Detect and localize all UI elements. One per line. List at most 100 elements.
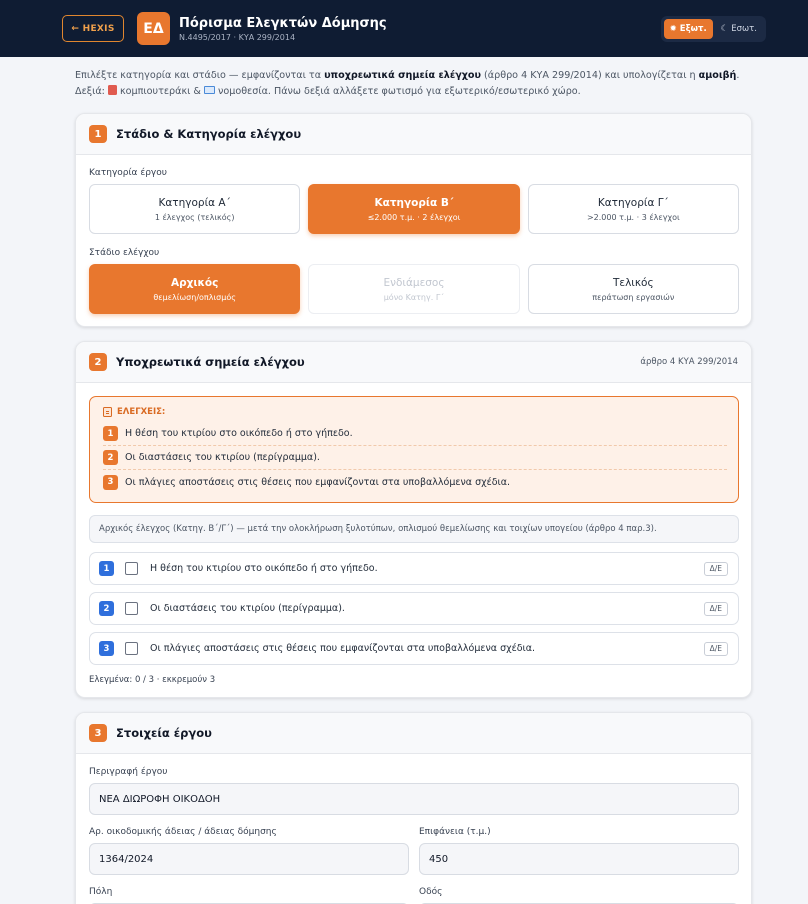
stage-options: Αρχικός θεμελίωση/οπλισμός Ενδιάμεσος μό…	[89, 264, 739, 314]
permit-area-row: Αρ. οικοδομικής άδειας / άδειας δόμησης …	[89, 827, 739, 875]
checks-header: ΕΛΕΓΧΕΙΣ:	[103, 407, 727, 417]
outdoor-mode-label: Εξωτ.	[679, 23, 707, 34]
option-subtitle: >2.000 τ.μ. · 3 έλεγχοι	[586, 212, 680, 222]
option-title: Τελικός	[613, 276, 654, 289]
item-text: Οι διαστάσεις του κτιρίου (περίγραμμα).	[150, 603, 345, 614]
city-street-row: Πόλη Οδός	[89, 887, 739, 904]
card-body: Κατηγορία έργου Κατηγορία Α΄ 1 έλεγχος (…	[76, 155, 751, 326]
app-header: ← HEXIS ΕΔ Πόρισμα Ελεγκτών Δόμησης Ν.44…	[0, 0, 808, 57]
street-label: Οδός	[419, 887, 443, 897]
category-a-option[interactable]: Κατηγορία Α΄ 1 έλεγχος (τελικός)	[89, 184, 301, 234]
checklist-item: 1 Η θέση του κτιρίου στο οικόπεδο ή στο …	[89, 552, 739, 585]
stage-initial-option[interactable]: Αρχικός θεμελίωση/οπλισμός	[89, 264, 301, 314]
check-line: 2 Οι διαστάσεις του κτιρίου (περίγραμμα)…	[103, 446, 727, 470]
title-block: Πόρισμα Ελεγκτών Δόμησης Ν.4495/2017 · Κ…	[179, 16, 387, 42]
sun-icon: ✹	[669, 23, 677, 34]
option-subtitle: ≤2.000 τ.μ. · 2 έλεγχοι	[367, 212, 461, 222]
stage-final-option[interactable]: Τελικός περάτωση εργασιών	[527, 264, 739, 314]
outdoor-mode-button[interactable]: ✹ Εξωτ.	[663, 18, 713, 39]
intro-part: κομπιουτεράκι &	[116, 85, 204, 97]
clipboard-icon	[103, 407, 112, 417]
project-details-card: 3 Στοιχεία έργου Περιγραφή έργου ΝΕΑ ΔΙΩ…	[75, 712, 752, 904]
item-text: Η θέση του κτιρίου στο οικόπεδο ή στο γή…	[150, 563, 378, 574]
stage-note: Αρχικός έλεγχος (Κατηγ. Β΄/Γ΄) — μετά τη…	[89, 515, 739, 543]
item-number: 1	[99, 561, 114, 576]
permit-label: Αρ. οικοδομικής άδειας / άδειας δόμησης	[89, 827, 277, 837]
section-title: Στάδιο & Κατηγορία ελέγχου	[116, 127, 302, 141]
option-subtitle: 1 έλεγχος (τελικός)	[154, 212, 235, 222]
section-title: Στοιχεία έργου	[116, 726, 212, 740]
card-body: Περιγραφή έργου ΝΕΑ ΔΙΩΡΟΦΗ ΟΙΚΟΔΟΗ Αρ. …	[76, 754, 751, 904]
checks-summary: ΕΛΕΓΧΕΙΣ: 1 Η θέση του κτιρίου στο οικόπ…	[89, 396, 739, 503]
lighting-toggle: ✹ Εξωτ. ☾ Εσωτ.	[660, 15, 766, 42]
not-applicable-button[interactable]: Δ/Ε	[703, 601, 728, 616]
checkpoints-card: 2 Υποχρεωτικά σημεία ελέγχου άρθρο 4 ΚΥΑ…	[75, 341, 752, 698]
legal-reference: άρθρο 4 ΚΥΑ 299/2014	[640, 357, 738, 367]
option-subtitle: μόνο Κατηγ. Γ΄	[383, 292, 445, 302]
back-button[interactable]: ← HEXIS	[62, 15, 124, 42]
checklist-item: 3 Οι πλάγιες αποστάσεις στις θέσεις που …	[89, 632, 739, 665]
app-logo: ΕΔ	[137, 12, 170, 45]
area-label: Επιφάνεια (τ.μ.)	[419, 827, 491, 837]
intro-bold: υποχρεωτικά σημεία ελέγχου	[324, 70, 481, 81]
area-field[interactable]: 450	[419, 843, 739, 875]
section-number: 2	[89, 353, 107, 371]
card-header: 2 Υποχρεωτικά σημεία ελέγχου άρθρο 4 ΚΥΑ…	[76, 342, 751, 383]
intro-part: Επιλέξτε κατηγορία και στάδιο — εμφανίζο…	[75, 70, 325, 81]
permit-field[interactable]: 1364/2024	[89, 843, 409, 875]
description-field[interactable]: ΝΕΑ ΔΙΩΡΟΦΗ ΟΙΚΟΔΟΗ	[89, 783, 739, 815]
permit-group: Αρ. οικοδομικής άδειας / άδειας δόμησης …	[89, 827, 409, 875]
category-options: Κατηγορία Α΄ 1 έλεγχος (τελικός) Κατηγορ…	[89, 184, 739, 234]
area-group: Επιφάνεια (τ.μ.) 450	[419, 827, 739, 875]
intro-text: Επιλέξτε κατηγορία και στάδιο — εμφανίζο…	[75, 68, 752, 99]
item-text: Οι πλάγιες αποστάσεις στις θέσεις που εμ…	[150, 643, 536, 654]
category-label: Κατηγορία έργου	[89, 168, 167, 178]
description-label: Περιγραφή έργου	[89, 767, 168, 777]
checked-progress: Ελεγμένα: 0 / 3 · εκκρεμούν 3	[89, 675, 216, 685]
not-applicable-button[interactable]: Δ/Ε	[703, 561, 728, 576]
check-number: 2	[103, 450, 118, 465]
stage-category-card: 1 Στάδιο & Κατηγορία ελέγχου Κατηγορία έ…	[75, 113, 752, 327]
city-group: Πόλη	[89, 887, 409, 904]
item-number: 3	[99, 641, 114, 656]
option-title: Κατηγορία Α΄	[158, 196, 231, 209]
section-number: 1	[89, 125, 107, 143]
section-number: 3	[89, 724, 107, 742]
option-title: Κατηγορία Β΄	[374, 196, 454, 209]
book-icon	[203, 85, 215, 94]
check-number: 1	[103, 426, 118, 441]
option-title: Ενδιάμεσος	[383, 276, 445, 289]
item-checkbox[interactable]	[125, 562, 138, 575]
check-number: 3	[103, 474, 118, 490]
calculator-icon	[107, 84, 117, 95]
check-text: Οι διαστάσεις του κτιρίου (περίγραμμα).	[125, 452, 320, 463]
moon-icon: ☾	[720, 23, 729, 34]
card-header: 1 Στάδιο & Κατηγορία ελέγχου	[76, 114, 751, 155]
check-line: 3 Οι πλάγιες αποστάσεις στις θέσεις που …	[103, 470, 727, 494]
intro-bold: αμοιβή	[698, 70, 737, 81]
check-line: 1 Η θέση του κτιρίου στο οικόπεδο ή στο …	[103, 422, 727, 446]
category-c-option[interactable]: Κατηγορία Γ΄ >2.000 τ.μ. · 3 έλεγχοι	[527, 184, 739, 234]
option-title: Κατηγορία Γ΄	[597, 196, 669, 209]
item-checkbox[interactable]	[125, 602, 138, 615]
category-b-option[interactable]: Κατηγορία Β΄ ≤2.000 τ.μ. · 2 έλεγχοι	[308, 184, 520, 234]
intro-part: (άρθρο 4 ΚΥΑ 299/2014) και υπολογίζεται …	[481, 70, 699, 81]
app-title: Πόρισμα Ελεγκτών Δόμησης	[179, 15, 387, 31]
city-label: Πόλη	[89, 887, 113, 897]
option-subtitle: θεμελίωση/οπλισμός	[153, 292, 236, 302]
stage-label: Στάδιο ελέγχου	[89, 248, 160, 258]
section-title: Υποχρεωτικά σημεία ελέγχου	[116, 355, 305, 369]
option-title: Αρχικός	[170, 276, 219, 289]
intro-part: νομοθεσία. Πάνω δεξιά αλλάξετε φωτισμό γ…	[214, 85, 581, 97]
street-group: Οδός	[419, 887, 739, 904]
card-body: ΕΛΕΓΧΕΙΣ: 1 Η θέση του κτιρίου στο οικόπ…	[76, 383, 751, 697]
item-number: 2	[99, 601, 114, 616]
item-checkbox[interactable]	[125, 642, 138, 655]
indoor-mode-button[interactable]: ☾ Εσωτ.	[715, 19, 763, 39]
indoor-mode-label: Εσωτ.	[731, 23, 757, 34]
checklist-item: 2 Οι διαστάσεις του κτιρίου (περίγραμμα)…	[89, 592, 739, 625]
checks-header-label: ΕΛΕΓΧΕΙΣ:	[117, 407, 166, 417]
stage-intermediate-option: Ενδιάμεσος μόνο Κατηγ. Γ΄	[308, 264, 520, 314]
not-applicable-button[interactable]: Δ/Ε	[703, 641, 728, 656]
check-text: Οι πλάγιες αποστάσεις στις θέσεις που εμ…	[125, 476, 511, 488]
